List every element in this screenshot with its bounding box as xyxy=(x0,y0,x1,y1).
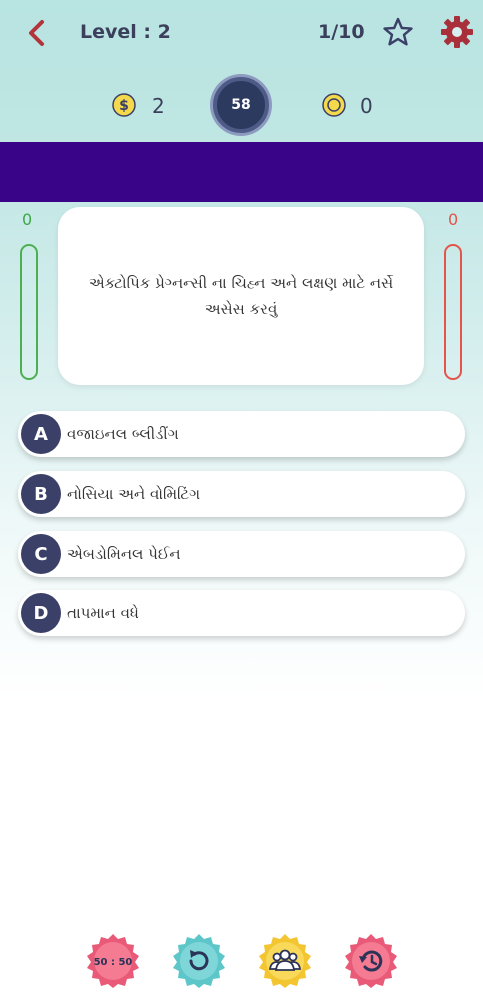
level-label: Level : 2 xyxy=(80,21,171,43)
left-score-bar xyxy=(20,244,38,380)
option-b[interactable]: B નોસિયા અને વોમિટિંગ xyxy=(18,471,465,517)
right-score: 0 xyxy=(448,210,459,229)
dollar-coin-icon: $ xyxy=(112,93,136,117)
question-progress: 1/10 xyxy=(318,21,365,43)
option-text: એબડોમિનલ પેઈન xyxy=(67,545,181,563)
coin-count: 2 xyxy=(152,94,165,118)
option-c[interactable]: C એબડોમિનલ પેઈન xyxy=(18,531,465,577)
question-text: એક્ટોપિક પ્રેગ્નન્સી ના ચિહ્ન અને લક્ષણ … xyxy=(88,274,394,318)
option-text: તાપમાન વધે xyxy=(67,604,139,622)
option-d[interactable]: D તાપમાન વધે xyxy=(18,590,465,636)
ad-banner xyxy=(0,142,483,202)
star-icon[interactable] xyxy=(382,16,414,48)
option-a[interactable]: A વજાઇનલ બ્લીડીંગ xyxy=(18,411,465,457)
fifty-fifty-button[interactable]: 50 : 50 xyxy=(85,933,141,989)
audience-poll-button[interactable] xyxy=(257,933,313,989)
option-letter: A xyxy=(21,414,61,454)
left-score: 0 xyxy=(22,210,33,229)
option-letter: D xyxy=(21,593,61,633)
gold-count: 0 xyxy=(360,94,373,118)
gear-icon[interactable] xyxy=(440,15,474,49)
people-icon xyxy=(268,949,302,971)
option-letter: C xyxy=(21,534,61,574)
fifty-fifty-label: 50 : 50 xyxy=(94,957,133,968)
question-card: એક્ટોપિક પ્રેગ્નન્સી ના ચિહ્ન અને લક્ષણ … xyxy=(58,207,424,385)
top-bar: Level : 2 1/10 xyxy=(0,0,483,70)
back-arrow-icon[interactable] xyxy=(22,18,52,48)
option-text: વજાઇનલ બ્લીડીંગ xyxy=(67,425,179,443)
stats-row: $ 2 58 0 xyxy=(0,75,483,135)
right-score-bar xyxy=(444,244,462,380)
gold-coin-icon xyxy=(322,93,346,117)
svg-text:$: $ xyxy=(119,98,129,114)
timer: 58 xyxy=(213,77,269,133)
extra-time-button[interactable] xyxy=(343,933,399,989)
swap-question-button[interactable] xyxy=(171,933,227,989)
option-letter: B xyxy=(21,474,61,514)
option-text: નોસિયા અને વોમિટિંગ xyxy=(67,485,201,503)
